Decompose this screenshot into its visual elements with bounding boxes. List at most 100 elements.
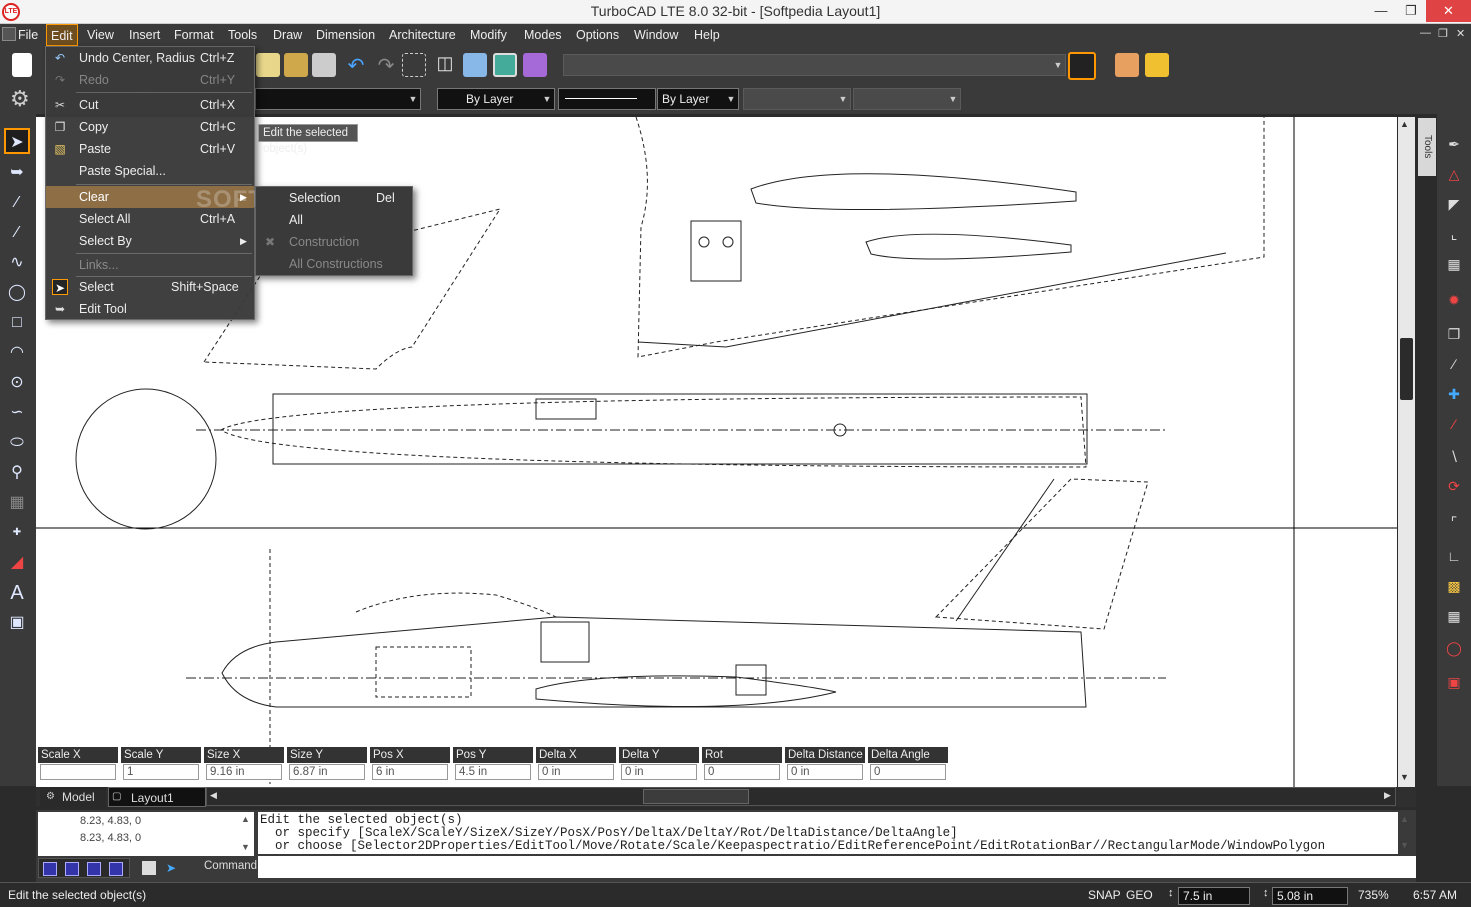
notes-icon[interactable] [256,53,280,77]
command-scroll-down-icon[interactable]: ▼ [1400,840,1409,850]
horizontal-scroll-thumb[interactable] [643,789,749,804]
menu-dimension[interactable]: Dimension [312,24,379,46]
snap-toggle[interactable]: SNAP [1088,888,1121,902]
menu-file[interactable]: File [14,24,42,46]
menu-undo[interactable]: ↶ Undo Center, Radius Ctrl+Z [46,47,254,69]
scale-x-input[interactable]: 1 [40,764,116,780]
undo-toolbar-icon[interactable]: ↶ [344,53,368,77]
text-tool-icon[interactable]: A [4,580,30,606]
polyline-tool-icon[interactable]: ∿ [4,250,30,276]
rot-input[interactable]: 0 [704,764,780,780]
history-scroll-down-icon[interactable]: ▼ [241,842,250,852]
group-tool-icon[interactable]: ▦ [4,490,30,516]
menu-format[interactable]: Format [170,24,218,46]
menu-architecture[interactable]: Architecture [385,24,460,46]
geo-toggle[interactable]: GEO [1126,888,1153,902]
arc-tool-icon[interactable]: ◠ [4,340,30,366]
gear-icon[interactable]: ⚙ [10,86,30,112]
line-tool-icon[interactable]: ∕ [4,190,30,216]
scroll-down-icon[interactable]: ▼ [1400,772,1409,782]
menu-redo[interactable]: ↷ Redo Ctrl+Y [46,69,254,91]
menu-draw[interactable]: Draw [269,24,306,46]
menu-cut[interactable]: ✂ Cut Ctrl+X [46,94,254,116]
circle-center-tool-icon[interactable]: ⊙ [4,370,30,396]
dimension-icon[interactable]: ⌜ [1441,510,1467,534]
pattern-combo[interactable]: ▼ [743,88,851,110]
close-icon[interactable]: ✕ [1426,0,1471,22]
record-icon[interactable] [65,862,79,876]
tools-tab[interactable]: Tools [1418,118,1436,176]
modify-line-icon[interactable]: ✒ [1441,132,1467,156]
maximize-icon[interactable]: ❐ [1396,0,1426,22]
submenu-all-constructions[interactable]: All Constructions [256,253,412,275]
scroll-up-icon[interactable]: ▲ [1400,119,1409,129]
hatch-tool-icon[interactable]: ◢ [4,550,30,576]
x-coordinate[interactable]: 7.5 in [1178,887,1250,905]
image-tool-icon[interactable]: ▣ [4,610,30,636]
add-icon[interactable] [87,862,101,876]
layer-combo[interactable]: ▼ [255,88,421,110]
tab-layout1[interactable]: Layout1 [108,787,206,807]
rotate-icon[interactable]: ⟳ [1441,474,1467,498]
menu-paste[interactable]: ▧ Paste Ctrl+V [46,138,254,160]
edit-tool-icon[interactable]: ➥ [4,160,30,186]
break-icon[interactable]: ∕ [1441,412,1467,436]
mdi-close-icon[interactable]: ✕ [1456,27,1465,40]
rectangle-tool-icon[interactable]: □ [4,310,30,336]
pos-y-input[interactable]: 4.5 in [455,764,531,780]
menu-edit-tool[interactable]: ➥ Edit Tool [46,298,254,320]
circle-tool-icon[interactable]: ◯ [4,280,30,306]
workplane-icon[interactable] [1068,52,1096,80]
mirror-icon[interactable]: ▦ [1441,604,1467,628]
select-window-icon[interactable] [402,53,426,77]
spline-tool-icon[interactable]: ∽ [4,400,30,426]
menu-tools[interactable]: Tools [224,24,261,46]
copy-tool-icon[interactable]: ❐ [1441,322,1467,346]
circle-modify-icon[interactable]: ◯ [1441,636,1467,660]
render-icon[interactable] [493,53,517,77]
block-icon[interactable] [312,53,336,77]
snap-icon[interactable]: ◫ [433,53,457,77]
redo-toolbar-icon[interactable]: ↷ [374,53,398,77]
horizontal-scrollbar[interactable] [206,787,1396,806]
address-book-icon[interactable] [1115,53,1139,77]
point-tool-icon[interactable]: ✚ [4,520,30,546]
scroll-right-icon[interactable]: ▶ [1384,790,1391,801]
trim-icon[interactable]: ⌞ [1441,222,1467,246]
mdi-restore-icon[interactable]: ❐ [1438,27,1448,40]
size-y-input[interactable]: 6.87 in [289,764,365,780]
delta-x-input[interactable]: 0 in [538,764,614,780]
delta-y-input[interactable]: 0 in [621,764,697,780]
pos-x-input[interactable]: 6 in [372,764,448,780]
email-icon[interactable] [1145,53,1169,77]
menu-links[interactable]: Links... [46,254,254,276]
line-style-combo[interactable] [558,88,656,110]
stretch-icon[interactable]: ∕ [1441,352,1467,376]
color-combo[interactable]: By Layer ▼ [437,88,555,110]
vertical-scroll-thumb[interactable] [1400,338,1413,400]
delta-angle-input[interactable]: 0 [870,764,946,780]
menu-select[interactable]: ➤ Select Shift+Space [46,276,254,298]
history-scroll-up-icon[interactable]: ▲ [241,814,250,824]
fillet-icon[interactable]: ∟ [1441,544,1467,568]
boolean-icon[interactable]: ▩ [1441,574,1467,598]
size-x-input[interactable]: 9.16 in [206,764,282,780]
array-icon[interactable]: ▦ [1441,252,1467,276]
triangle-icon[interactable]: △ [1441,162,1467,186]
vertical-scrollbar[interactable] [1398,117,1415,787]
history-icon[interactable] [43,862,57,876]
scroll-left-icon[interactable]: ◀ [210,790,217,801]
command-scroll-up-icon[interactable]: ▲ [1400,814,1409,824]
submenu-all[interactable]: All [256,209,412,231]
snap-settings-icon[interactable]: ➤ [166,861,176,875]
scale-y-input[interactable]: 1 [123,764,199,780]
view-combo[interactable]: ▼ [563,54,1066,76]
mdi-minimize-icon[interactable]: — [1420,27,1431,39]
submenu-selection[interactable]: Selection Del [256,187,412,209]
menu-view[interactable]: View [83,24,118,46]
minimize-icon[interactable]: — [1366,0,1396,22]
command-input[interactable] [258,856,1416,878]
menu-edit[interactable]: Edit [46,24,78,46]
ellipse-tool-icon[interactable]: ⬭ [4,430,30,456]
menu-modify[interactable]: Modify [466,24,511,46]
